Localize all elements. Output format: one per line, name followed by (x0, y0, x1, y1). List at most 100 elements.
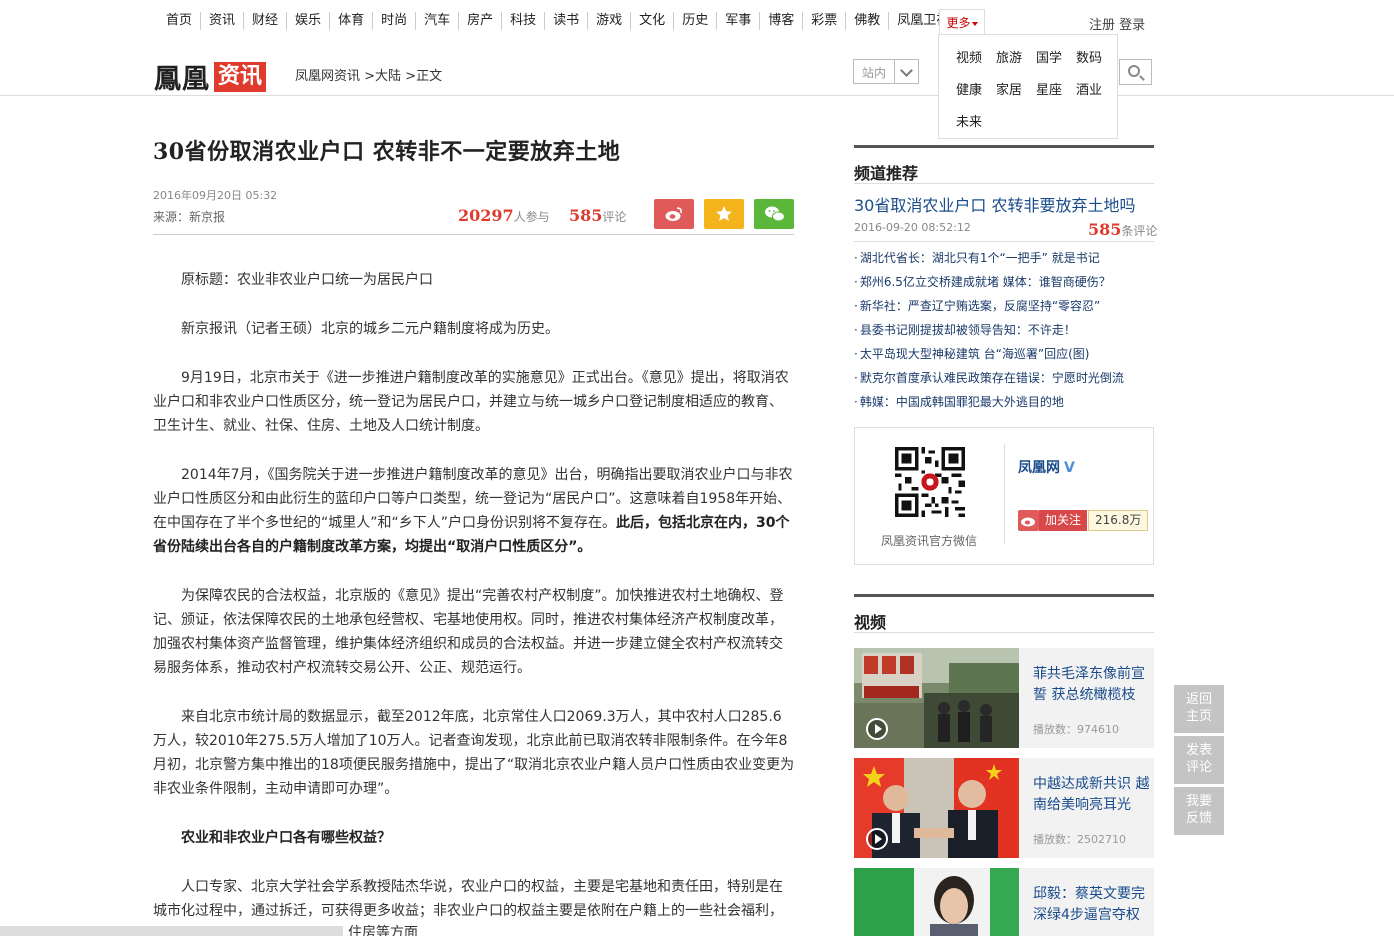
follow-button[interactable]: 加关注 (1018, 510, 1088, 531)
weibo-account-name[interactable]: 凤凰网 V (1018, 457, 1075, 477)
featured-comments-label: 条评论 (1121, 224, 1158, 238)
channel-section-title: 频道推荐 (854, 164, 919, 183)
nav-item-history[interactable]: 历史 (674, 12, 718, 30)
video-item[interactable]: 中越达成新共识 越南给美响亮耳光 播放数：2502710 (854, 758, 1154, 858)
breadcrumb: 凤凰网资讯 >大陆 >正文 (295, 65, 446, 84)
nav-item-buddhism[interactable]: 佛教 (846, 12, 890, 30)
featured-story-link[interactable]: 30省取消农业户口 农转非要放弃土地吗 (854, 192, 1135, 216)
more-item-guoxue[interactable]: 国学 (1036, 47, 1062, 66)
post-comment-label: 发表 评论 (1185, 743, 1212, 775)
feedback-button[interactable]: 我要 反馈 (1174, 787, 1224, 835)
more-item-astro[interactable]: 星座 (1036, 79, 1062, 98)
nav-item-news[interactable]: 资讯 (201, 12, 245, 30)
video-item[interactable]: 邱毅：蔡英文要完深绿4步逼宫夺权 (854, 868, 1154, 936)
meta-divider (153, 234, 794, 235)
search-scope-value: 站内 (862, 66, 887, 80)
weibo-icon (665, 207, 682, 221)
register-link[interactable]: 注册 (1089, 18, 1115, 33)
nav-item-fashion[interactable]: 时尚 (373, 12, 417, 30)
list-item[interactable]: 湖北代省长：湖北只有1个“一把手” 就是书记 (854, 246, 1154, 270)
favorite-button[interactable] (704, 199, 744, 229)
paragraph: 新京报讯（记者王硕）北京的城乡二元户籍制度将成为历史。 (181, 321, 559, 337)
video-title[interactable]: 邱毅：蔡英文要完深绿4步逼宫夺权 (1033, 884, 1153, 926)
featured-story-comments[interactable]: 585条评论 (1088, 220, 1157, 239)
nav-item-sports[interactable]: 体育 (330, 12, 374, 30)
video-item[interactable]: 菲共毛泽东像前宣誓 获总统橄榄枝 播放数：974610 (854, 648, 1154, 748)
channel-section-header: 频道推荐 (854, 145, 1154, 184)
qr-code-icon (895, 447, 965, 517)
top-nav: 首页 资讯 财经 娱乐 体育 时尚 汽车 房产 科技 读书 游戏 文化 历史 军… (0, 0, 1394, 44)
share-weibo-button[interactable] (654, 199, 694, 229)
participants-label: 人参与 (513, 210, 550, 224)
paragraph: 9月19日，北京市关于《进一步推进户籍制度改革的实施意见》正式出台。《意见》提出… (153, 370, 789, 434)
list-item[interactable]: 韩媒：中国成韩国罪犯最大外逃目的地 (854, 390, 1154, 414)
comments-label: 评论 (602, 210, 627, 224)
more-item-home[interactable]: 家居 (996, 79, 1022, 98)
auth-links: 注册 登录 (1089, 14, 1145, 33)
site-logo[interactable]: 鳳凰 资讯 (154, 57, 267, 96)
fans-count: 216.8万 (1088, 510, 1149, 531)
search-scope-select[interactable]: 站内 (853, 59, 919, 84)
more-item-travel[interactable]: 旅游 (996, 47, 1022, 66)
search-button[interactable] (1119, 59, 1152, 85)
back-home-label: 返回 主页 (1185, 692, 1212, 724)
nav-item-ent[interactable]: 娱乐 (287, 12, 331, 30)
back-home-button[interactable]: 返回 主页 (1174, 685, 1224, 733)
breadcrumb-home[interactable]: 凤凰网资讯 (295, 69, 360, 84)
wechat-caption: 凤凰资讯官方微信 (881, 534, 978, 548)
breadcrumb-current: >正文 (405, 69, 443, 84)
nav-item-blog[interactable]: 博客 (760, 12, 804, 30)
video-title[interactable]: 菲共毛泽东像前宣誓 获总统橄榄枝 (1033, 664, 1153, 706)
chevron-down-icon (894, 60, 918, 83)
video-thumbnail[interactable] (854, 648, 1019, 748)
list-item[interactable]: 县委书记刚提拔却被领导告知：不许走！ (854, 318, 1154, 342)
participants-number: 20297 (458, 206, 514, 225)
list-item[interactable]: 太平岛现大型神秘建筑 台“海巡署”回应(图) (854, 342, 1154, 366)
nav-item-lottery[interactable]: 彩票 (803, 12, 847, 30)
logo-text: 鳳凰 (154, 64, 210, 95)
horizontal-scrollbar[interactable] (0, 926, 343, 936)
video-thumbnail[interactable] (854, 868, 1019, 936)
search-icon (1128, 65, 1140, 77)
list-item[interactable]: 郑州6.5亿立交桥建成就堵 媒体：谁智商硬伤？ (854, 270, 1154, 294)
header-divider (0, 95, 1394, 96)
follow-label: 加关注 (1039, 510, 1088, 531)
article-body: 原标题：农业非农业户口统一为居民户口 新京报讯（记者王硕）北京的城乡二元户籍制度… (153, 268, 795, 936)
nav-item-culture[interactable]: 文化 (631, 12, 675, 30)
nav-item-house[interactable]: 房产 (459, 12, 503, 30)
article-title: 30省份取消农业户口 农转非不一定要放弃土地 (153, 139, 621, 165)
video-thumbnail[interactable] (854, 758, 1019, 858)
logo-badge: 资讯 (214, 61, 267, 92)
nav-item-military[interactable]: 军事 (717, 12, 761, 30)
nav-item-tech[interactable]: 科技 (502, 12, 546, 30)
nav-item-auto[interactable]: 汽车 (416, 12, 460, 30)
more-item-wine[interactable]: 酒业 (1076, 79, 1102, 98)
share-wechat-button[interactable] (754, 199, 794, 229)
more-item-health[interactable]: 健康 (956, 79, 982, 98)
paragraph: 2014年7月，《国务院关于进一步推进户籍制度改革的意见》出台，明确指出要取消农… (153, 463, 795, 559)
more-item-future[interactable]: 未来 (956, 111, 982, 130)
more-button[interactable]: 更多 (939, 9, 985, 35)
list-item[interactable]: 新华社：严查辽宁贿选案，反腐坚持“零容忍” (854, 294, 1154, 318)
post-comment-button[interactable]: 发表 评论 (1174, 736, 1224, 784)
login-link[interactable]: 登录 (1119, 18, 1145, 33)
nav-item-home[interactable]: 首页 (158, 12, 202, 30)
star-icon (716, 206, 732, 221)
nav-item-finance[interactable]: 财经 (244, 12, 288, 30)
more-item-video[interactable]: 视频 (956, 47, 982, 66)
paragraph: 来自北京市统计局的数据显示，截至2012年底，北京常住人口2069.3万人，其中… (153, 709, 795, 797)
weibo-account-label: 凤凰网 (1018, 460, 1060, 476)
more-label: 更多 (946, 16, 971, 30)
nav-item-book[interactable]: 读书 (545, 12, 589, 30)
comments-count[interactable]: 585评论 (569, 206, 626, 225)
breadcrumb-mainland[interactable]: >大陆 (364, 69, 401, 84)
wechat-icon (765, 206, 785, 222)
list-item[interactable]: 默克尔首度承认难民政策存在错误：宁愿时光倒流 (854, 366, 1154, 390)
nav-item-games[interactable]: 游戏 (588, 12, 632, 30)
video-title[interactable]: 中越达成新共识 越南给美响亮耳光 (1033, 774, 1153, 816)
more-item-digital[interactable]: 数码 (1076, 47, 1102, 66)
feedback-label: 我要 反馈 (1185, 794, 1212, 826)
video-play-count: 播放数：2502710 (1033, 833, 1126, 846)
participants-count[interactable]: 20297人参与 (458, 206, 550, 225)
verified-icon: V (1064, 460, 1075, 476)
